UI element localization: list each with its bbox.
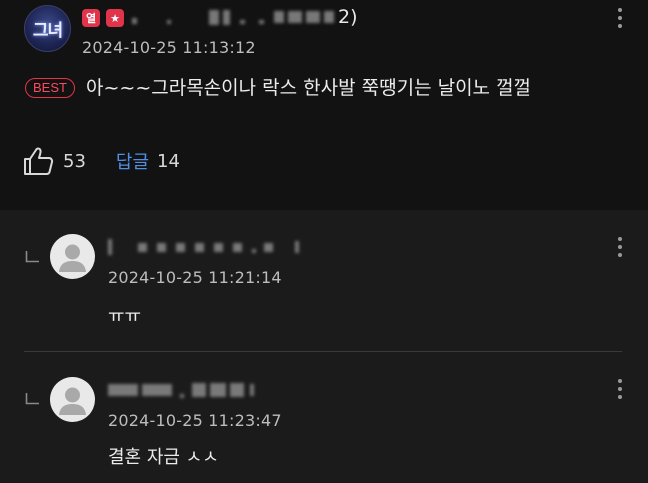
reply-list (0, 210, 648, 483)
reply-text: ㅠㅠ (108, 306, 142, 327)
username-censored[interactable] (108, 381, 254, 399)
reply-arrow-icon (25, 251, 39, 263)
comment-actions: 53 답글 14 (22, 146, 180, 176)
star-badge-icon: ★ (106, 9, 124, 27)
reply-button[interactable]: 답글 (116, 148, 149, 174)
reply-count: 14 (157, 150, 180, 172)
comment-timestamp: 2024-10-25 11:13:12 (82, 38, 256, 57)
person-icon (59, 387, 86, 415)
more-options-icon[interactable] (616, 237, 624, 257)
avatar[interactable] (50, 377, 95, 422)
like-count: 53 (63, 150, 86, 172)
thumbs-up-icon[interactable] (22, 146, 54, 176)
username-censored[interactable] (132, 8, 334, 26)
main-comment: 그녀 열 ★ 2) 2024-10-25 11:13:12 BEST 아~~~그… (0, 0, 648, 210)
avatar-text: 그녀 (32, 21, 63, 41)
reply-text: 결혼 자금 ㅅㅅ (108, 447, 219, 468)
divider (24, 351, 622, 352)
avatar[interactable]: 그녀 (24, 5, 71, 52)
more-options-icon[interactable] (616, 8, 624, 28)
reply-timestamp: 2024-10-25 11:23:47 (108, 411, 282, 430)
level-badge: 열 (82, 9, 100, 27)
comment-body: 아~~~그라목손이나 락스 한사발 쭉땡기는 날이노 껄껄 (86, 77, 532, 99)
reply-arrow-icon (25, 393, 39, 405)
username-censored[interactable] (108, 238, 299, 256)
person-icon (59, 244, 86, 272)
username-suffix: 2) (338, 6, 358, 28)
avatar[interactable] (50, 234, 95, 279)
more-options-icon[interactable] (616, 379, 624, 399)
reply-timestamp: 2024-10-25 11:21:14 (108, 268, 282, 287)
